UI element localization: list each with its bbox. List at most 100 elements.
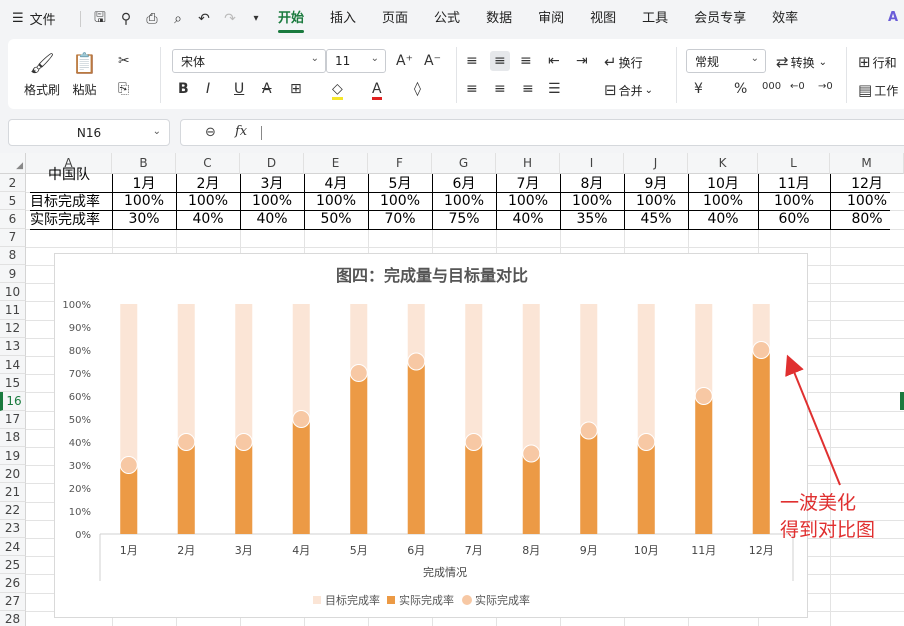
row-col-button[interactable]: ⊞ 行和	[858, 53, 897, 71]
paste-button[interactable]: 📋 粘贴	[72, 51, 97, 98]
ai-logo-icon[interactable]: A	[888, 10, 898, 25]
chart[interactable]: 图四：完成量与目标量对比 0% 10% 20% 30% 40% 50% 60% 70% 80% 90…	[54, 253, 808, 618]
row-header-2[interactable]: 2	[0, 174, 26, 193]
scissors-icon[interactable]: ✂	[118, 53, 130, 69]
column-header-d[interactable]: D	[240, 153, 304, 174]
row-header-13[interactable]: 13	[0, 337, 26, 356]
eraser-icon[interactable]: ◊	[414, 81, 421, 97]
tab-tools[interactable]: 工具	[642, 0, 668, 37]
print-preview-icon[interactable]: ⌕	[165, 11, 191, 27]
increase-font-icon[interactable]: A⁺	[396, 53, 413, 69]
share-icon[interactable]: ⚲	[113, 11, 139, 27]
align-bottom-icon[interactable]: ≡	[520, 53, 532, 69]
row-header-23[interactable]: 23	[0, 519, 26, 538]
cell-actual-value[interactable]: 80%	[830, 210, 904, 228]
chevron-down-icon[interactable]: ▾	[243, 13, 269, 24]
row-header-9[interactable]: 9	[0, 265, 26, 284]
column-header-h[interactable]: H	[496, 153, 560, 174]
column-header-b[interactable]: B	[112, 153, 176, 174]
cell-month-header[interactable]: 4月	[304, 174, 368, 192]
cell-month-header[interactable]: 11月	[758, 174, 830, 192]
column-header-e[interactable]: E	[304, 153, 368, 174]
row-header-16[interactable]: 16	[0, 392, 26, 411]
border-icon[interactable]: ⊞	[290, 81, 302, 97]
convert-button[interactable]: ⇄ 转换 ⌄	[776, 53, 827, 71]
row-header-19[interactable]: 19	[0, 447, 26, 466]
align-middle-icon[interactable]: ≡	[490, 51, 510, 71]
cell-target-value[interactable]: 100%	[304, 192, 368, 210]
row-header-25[interactable]: 25	[0, 556, 26, 575]
cell-actual-value[interactable]: 70%	[368, 210, 432, 228]
indent-decrease-icon[interactable]: ⇤	[548, 53, 560, 69]
cell-actual-value[interactable]: 40%	[176, 210, 240, 228]
column-header-g[interactable]: G	[432, 153, 496, 174]
percent-icon[interactable]: %	[734, 81, 747, 97]
row-header-20[interactable]: 20	[0, 465, 26, 484]
bold-icon[interactable]: B	[178, 81, 189, 97]
tab-page[interactable]: 页面	[382, 0, 408, 37]
select-all-corner[interactable]: ◢	[0, 153, 26, 174]
cell-month-header[interactable]: 7月	[496, 174, 560, 192]
row-header-15[interactable]: 15	[0, 374, 26, 393]
tab-formula[interactable]: 公式	[434, 0, 460, 37]
font-color-icon[interactable]: A	[372, 81, 382, 100]
cell-actual-value[interactable]: 30%	[112, 210, 176, 228]
cell-month-header[interactable]: 12月	[830, 174, 904, 192]
copy-icon[interactable]: ⎘	[118, 81, 129, 97]
cell-target-value[interactable]: 100%	[830, 192, 904, 210]
tab-view[interactable]: 视图	[590, 0, 616, 37]
align-top-icon[interactable]: ≡	[466, 53, 478, 69]
worksheet-button[interactable]: ▤ 工作	[858, 81, 898, 99]
indent-increase-icon[interactable]: ⇥	[576, 53, 588, 69]
row-header-24[interactable]: 24	[0, 538, 26, 557]
currency-icon[interactable]: ¥	[694, 81, 703, 97]
decrease-decimal-icon[interactable]: →0	[818, 81, 833, 92]
format-painter-button[interactable]: 🖌 格式刷	[24, 51, 60, 98]
column-header-m[interactable]: M	[830, 153, 904, 174]
cell-target-value[interactable]: 100%	[112, 192, 176, 210]
cell-target-value[interactable]: 100%	[432, 192, 496, 210]
strikethrough-icon[interactable]: A	[262, 81, 272, 97]
column-header-c[interactable]: C	[176, 153, 240, 174]
row-header-27[interactable]: 27	[0, 592, 26, 611]
underline-icon[interactable]: U	[234, 81, 244, 97]
tab-insert[interactable]: 插入	[330, 0, 356, 37]
cell-month-header[interactable]: 5月	[368, 174, 432, 192]
formula-input[interactable]: ⊖ fx	[180, 119, 904, 146]
cell-actual-value[interactable]: 75%	[432, 210, 496, 228]
cell-month-header[interactable]: 1月	[112, 174, 176, 192]
file-menu[interactable]: ☰ 文件	[0, 9, 74, 28]
cell-month-header[interactable]: 10月	[688, 174, 758, 192]
cell-month-header[interactable]: 3月	[240, 174, 304, 192]
cell-a2-header[interactable]: 中国队	[26, 165, 112, 183]
column-header-k[interactable]: K	[688, 153, 758, 174]
font-name-select[interactable]: 宋体 ⌄	[172, 49, 326, 73]
column-header-l[interactable]: L	[758, 153, 830, 174]
cell-month-header[interactable]: 2月	[176, 174, 240, 192]
row-header-5[interactable]: 5	[0, 192, 26, 211]
tab-home[interactable]: 开始	[278, 0, 305, 37]
row-header-28[interactable]: 28	[0, 610, 26, 626]
align-right-icon[interactable]: ≡	[522, 81, 534, 97]
row-header-21[interactable]: 21	[0, 483, 26, 502]
chevron-down-icon[interactable]: ⌄	[153, 126, 161, 137]
italic-icon[interactable]: I	[206, 81, 210, 97]
row-header-6[interactable]: 6	[0, 210, 26, 229]
cell-target-value[interactable]: 100%	[496, 192, 560, 210]
column-header-i[interactable]: I	[560, 153, 624, 174]
save-icon[interactable]: 🖫	[87, 7, 113, 31]
column-header-j[interactable]: J	[624, 153, 688, 174]
cell-actual-value[interactable]: 40%	[688, 210, 758, 228]
cell-actual-value[interactable]: 50%	[304, 210, 368, 228]
row-header-8[interactable]: 8	[0, 246, 26, 265]
tab-data[interactable]: 数据	[486, 0, 512, 37]
redo-icon[interactable]: ↷	[217, 11, 243, 27]
number-format-select[interactable]: 常规 ⌄	[686, 49, 766, 73]
font-size-select[interactable]: 11 ⌄	[326, 49, 386, 73]
undo-icon[interactable]: ↶	[191, 11, 217, 27]
merge-button[interactable]: ⊟ 合并 ⌄	[604, 81, 653, 99]
cell-month-header[interactable]: 6月	[432, 174, 496, 192]
cell-actual-value[interactable]: 45%	[624, 210, 688, 228]
thousands-icon[interactable]: 000	[762, 81, 781, 92]
row-header-7[interactable]: 7	[0, 228, 26, 247]
